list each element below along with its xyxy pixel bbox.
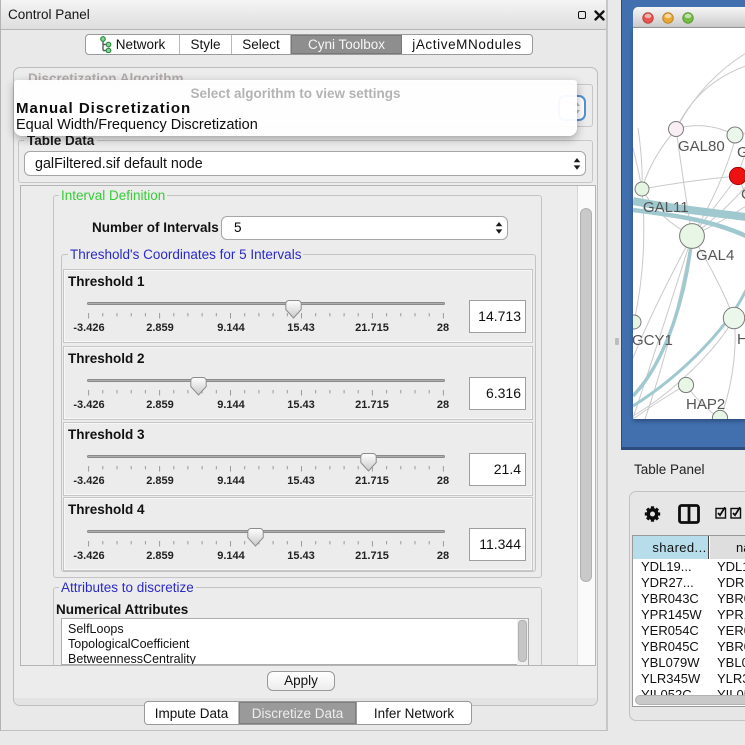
svg-text:GAL11: GAL11 <box>643 199 689 216</box>
svg-text:GAL80: GAL80 <box>678 138 725 155</box>
svg-text:GCY1: GCY1 <box>633 332 673 349</box>
svg-text:GA: GA <box>737 144 745 161</box>
svg-text:GAL4: GAL4 <box>696 247 734 264</box>
svg-text:CD: CD <box>741 186 745 203</box>
svg-text:H: H <box>737 331 745 348</box>
svg-text:HAP2: HAP2 <box>686 396 725 413</box>
